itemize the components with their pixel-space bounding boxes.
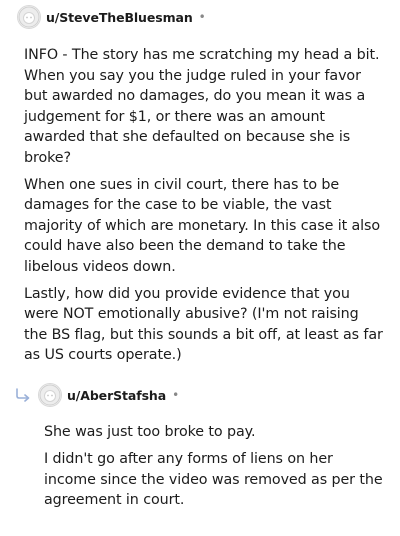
avatar[interactable] [38, 383, 62, 407]
avatar[interactable] [17, 5, 41, 29]
username[interactable]: u/SteveTheBluesman [46, 10, 193, 25]
reply-body: She was just too broke to pay. I didn't … [44, 422, 384, 517]
comment-paragraph: Lastly, how did you provide evidence tha… [24, 285, 383, 364]
comment-header: u/SteveTheBluesman • [17, 4, 206, 30]
username[interactable]: u/AberStafsha [67, 388, 166, 403]
reply-paragraph: She was just too broke to pay. [44, 424, 256, 440]
comment-paragraph: INFO - The story has me scratching my he… [24, 47, 380, 166]
reply-header: u/AberStafsha • [14, 382, 179, 408]
comment-paragraph: When one sues in civil court, there has … [24, 176, 381, 275]
separator-dot: • [172, 388, 180, 402]
reply-arrow-icon [14, 385, 34, 405]
comment-body: INFO - The story has me scratching my he… [24, 45, 384, 372]
default-avatar-icon [18, 6, 40, 28]
default-avatar-icon [39, 384, 61, 406]
reply-paragraph: I didn't go after any forms of liens on … [44, 451, 383, 508]
separator-dot: • [198, 10, 206, 24]
